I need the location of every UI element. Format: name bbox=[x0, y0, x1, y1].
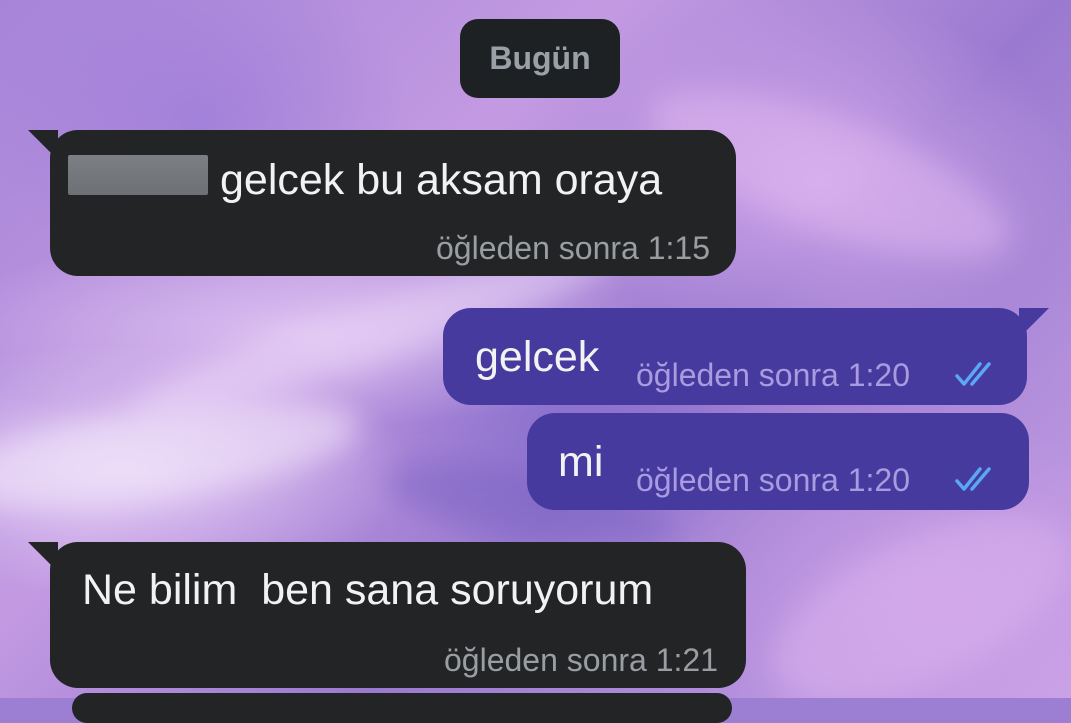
bubble-tail bbox=[28, 130, 58, 160]
read-receipt-icon bbox=[955, 467, 991, 491]
message-timestamp: öğleden sonra 1:15 bbox=[436, 230, 710, 266]
message-timestamp: öğleden sonra 1:20 bbox=[636, 462, 910, 498]
incoming-message-bubble[interactable]: gelcek bu aksam oraya öğleden sonra 1:15 bbox=[28, 130, 736, 276]
date-separator: Bugün bbox=[460, 19, 620, 98]
outgoing-message-bubble[interactable]: gelcek öğleden sonra 1:20 bbox=[443, 308, 1049, 405]
message-text: gelcek bu aksam oraya bbox=[220, 156, 663, 204]
bubble-tail bbox=[1019, 308, 1049, 338]
outgoing-message-bubble[interactable]: mi öğleden sonra 1:20 bbox=[527, 413, 1029, 510]
bubble-tail bbox=[28, 542, 58, 572]
incoming-message-bubble[interactable]: Ne bilim ben sana soruyorum öğleden sonr… bbox=[28, 542, 746, 688]
date-separator-label: Bugün bbox=[489, 40, 591, 76]
message-text: mi bbox=[558, 438, 604, 486]
message-text: Ne bilim ben sana soruyorum bbox=[82, 566, 654, 614]
message-timestamp: öğleden sonra 1:21 bbox=[444, 642, 718, 678]
redacted-name bbox=[68, 155, 208, 195]
message-text: gelcek bbox=[475, 333, 600, 381]
message-timestamp: öğleden sonra 1:20 bbox=[636, 357, 910, 393]
read-receipt-icon bbox=[955, 362, 991, 386]
